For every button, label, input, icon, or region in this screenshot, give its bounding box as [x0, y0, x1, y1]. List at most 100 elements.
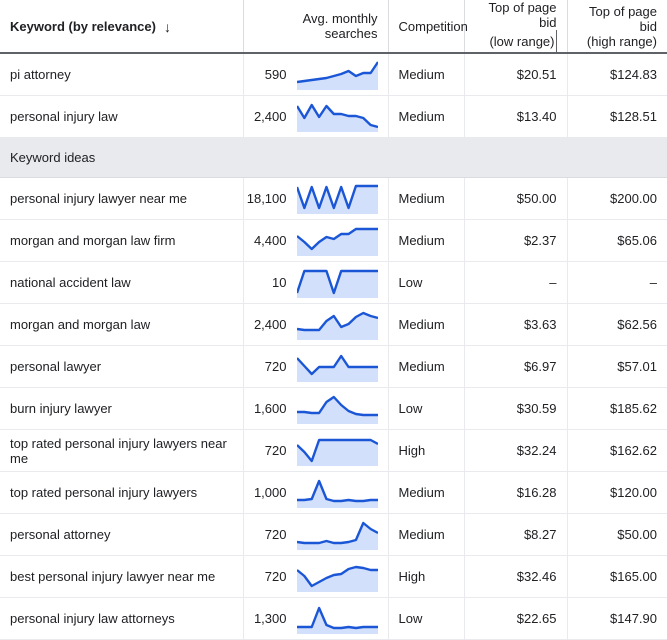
search-volume-sparkline: [296, 562, 378, 592]
cell-keyword[interactable]: pi attorney: [0, 53, 244, 96]
table-row[interactable]: personal injury law attorneys 1,300 Low $22…: [0, 597, 667, 640]
searches-wrapper: 1,600: [244, 388, 388, 429]
cell-top-of-page-bid-high: $65.06: [567, 219, 667, 262]
cell-competition: Medium: [388, 53, 465, 96]
column-header-competition[interactable]: Competition: [388, 0, 468, 54]
searches-value: 2,400: [253, 317, 287, 332]
searches-wrapper: 4,400: [244, 220, 388, 261]
cell-avg-monthly-searches: 1,600: [243, 387, 389, 430]
cell-avg-monthly-searches: 10: [243, 261, 389, 304]
cell-top-of-page-bid-high: $57.01: [567, 345, 667, 388]
table-body: pi attorney 590 Medium $20.51 $124.83 persona…: [0, 53, 667, 640]
searches-wrapper: 18,100: [244, 178, 388, 219]
cell-keyword[interactable]: personal injury law attorneys: [0, 597, 244, 640]
searches-wrapper: 720: [244, 346, 388, 387]
column-header-top-of-page-bid-high[interactable]: Top of page bid (high range): [567, 0, 667, 54]
searches-value: 2,400: [253, 109, 287, 124]
cell-avg-monthly-searches: 720: [243, 345, 389, 388]
searches-value: 720: [264, 569, 287, 584]
cell-avg-monthly-searches: 4,400: [243, 219, 389, 262]
cell-competition: Medium: [388, 345, 465, 388]
header-row: Keyword (by relevance) ↓ Avg. monthly sea…: [0, 0, 667, 54]
column-header-bid-high-line1: Top of page bid: [589, 3, 657, 34]
cell-top-of-page-bid-high: $165.00: [567, 555, 667, 598]
cell-competition: Medium: [388, 95, 465, 138]
cell-keyword[interactable]: personal lawyer: [0, 345, 244, 388]
searches-value: 4,400: [253, 233, 287, 248]
cell-top-of-page-bid-high: $185.62: [567, 387, 667, 430]
cell-keyword[interactable]: top rated personal injury lawyers near m…: [0, 429, 244, 472]
searches-wrapper: 2,400: [244, 96, 388, 137]
table-row[interactable]: personal lawyer 720 Medium $6.97 $57.01: [0, 345, 667, 388]
search-volume-sparkline: [296, 268, 378, 298]
table-row[interactable]: personal injury law 2,400 Medium $13.40 $128…: [0, 95, 667, 138]
cell-keyword[interactable]: personal attorney: [0, 513, 244, 556]
table-row[interactable]: morgan and morgan law firm 4,400 Medium $2.…: [0, 219, 667, 262]
search-volume-sparkline: [296, 436, 378, 466]
cell-keyword[interactable]: top rated personal injury lawyers: [0, 471, 244, 514]
search-volume-sparkline: [296, 310, 378, 340]
searches-wrapper: 1,000: [244, 472, 388, 513]
column-header-searches-label: Avg. monthly searches: [302, 11, 378, 41]
cell-keyword[interactable]: best personal injury lawyer near me: [0, 555, 244, 598]
table-row[interactable]: pi attorney 590 Medium $20.51 $124.83: [0, 53, 667, 96]
column-header-competition-label: Competition: [398, 18, 468, 34]
cell-top-of-page-bid-low: $50.00: [464, 177, 568, 220]
table-row[interactable]: morgan and morgan law 2,400 Medium $3.63 $62…: [0, 303, 667, 346]
cell-keyword[interactable]: morgan and morgan law firm: [0, 219, 244, 262]
section-header-row: Keyword ideas: [0, 137, 667, 178]
search-volume-sparkline: [296, 226, 378, 256]
cell-top-of-page-bid-low: $30.59: [464, 387, 568, 430]
table-row[interactable]: national accident law 10 Low – –: [0, 261, 667, 304]
cell-top-of-page-bid-low: $16.28: [464, 471, 568, 514]
cell-avg-monthly-searches: 720: [243, 555, 389, 598]
column-resize-handle[interactable]: [555, 30, 557, 52]
table-row[interactable]: personal attorney 720 Medium $8.27 $50.00: [0, 513, 667, 556]
cell-competition: Low: [388, 387, 465, 430]
sparkline-area: [296, 566, 378, 592]
searches-wrapper: 2,400: [244, 304, 388, 345]
column-header-top-of-page-bid-low[interactable]: Top of page bid (low range): [464, 0, 568, 54]
table-row[interactable]: top rated personal injury lawyers 1,000 Me…: [0, 471, 667, 514]
searches-wrapper: 720: [244, 556, 388, 597]
table-row[interactable]: top rated personal injury lawyers near m…: [0, 429, 667, 472]
column-header-bid-low-line1: Top of page bid: [488, 0, 557, 30]
table-row[interactable]: burn injury lawyer 1,600 Low $30.59 $185.62: [0, 387, 667, 430]
searches-value: 720: [264, 527, 287, 542]
cell-top-of-page-bid-high: –: [567, 261, 667, 304]
cell-keyword[interactable]: burn injury lawyer: [0, 387, 244, 430]
column-header-keyword[interactable]: Keyword (by relevance) ↓: [0, 0, 244, 54]
cell-competition: Low: [388, 597, 465, 640]
table-row[interactable]: best personal injury lawyer near me 720 Hi…: [0, 555, 667, 598]
search-volume-sparkline: [296, 184, 378, 214]
cell-keyword[interactable]: personal injury lawyer near me: [0, 177, 244, 220]
cell-top-of-page-bid-high: $162.62: [567, 429, 667, 472]
searches-value: 720: [264, 359, 287, 374]
search-volume-sparkline: [296, 60, 378, 90]
cell-avg-monthly-searches: 720: [243, 429, 389, 472]
cell-competition: Medium: [388, 471, 465, 514]
search-volume-sparkline: [296, 478, 378, 508]
cell-keyword[interactable]: morgan and morgan law: [0, 303, 244, 346]
cell-competition: Medium: [388, 303, 465, 346]
search-volume-sparkline: [296, 102, 378, 132]
searches-wrapper: 590: [244, 54, 388, 95]
cell-keyword[interactable]: personal injury law: [0, 95, 244, 138]
cell-top-of-page-bid-low: $13.40: [464, 95, 568, 138]
cell-top-of-page-bid-low: $8.27: [464, 513, 568, 556]
cell-competition: High: [388, 555, 465, 598]
column-header-bid-low-line2: (low range): [489, 34, 555, 49]
table-row[interactable]: personal injury lawyer near me 18,100 Medi…: [0, 177, 667, 220]
cell-top-of-page-bid-low: $20.51: [464, 53, 568, 96]
sparkline-path: [297, 608, 378, 628]
cell-keyword[interactable]: national accident law: [0, 261, 244, 304]
cell-top-of-page-bid-high: $50.00: [567, 513, 667, 556]
cell-competition: Low: [388, 261, 465, 304]
cell-top-of-page-bid-low: –: [464, 261, 568, 304]
cell-avg-monthly-searches: 590: [243, 53, 389, 96]
sort-descending-icon[interactable]: ↓: [164, 20, 171, 34]
cell-competition: Medium: [388, 219, 465, 262]
column-header-avg-monthly-searches[interactable]: Avg. monthly searches: [243, 0, 389, 54]
cell-avg-monthly-searches: 1,300: [243, 597, 389, 640]
cell-competition: Medium: [388, 177, 465, 220]
